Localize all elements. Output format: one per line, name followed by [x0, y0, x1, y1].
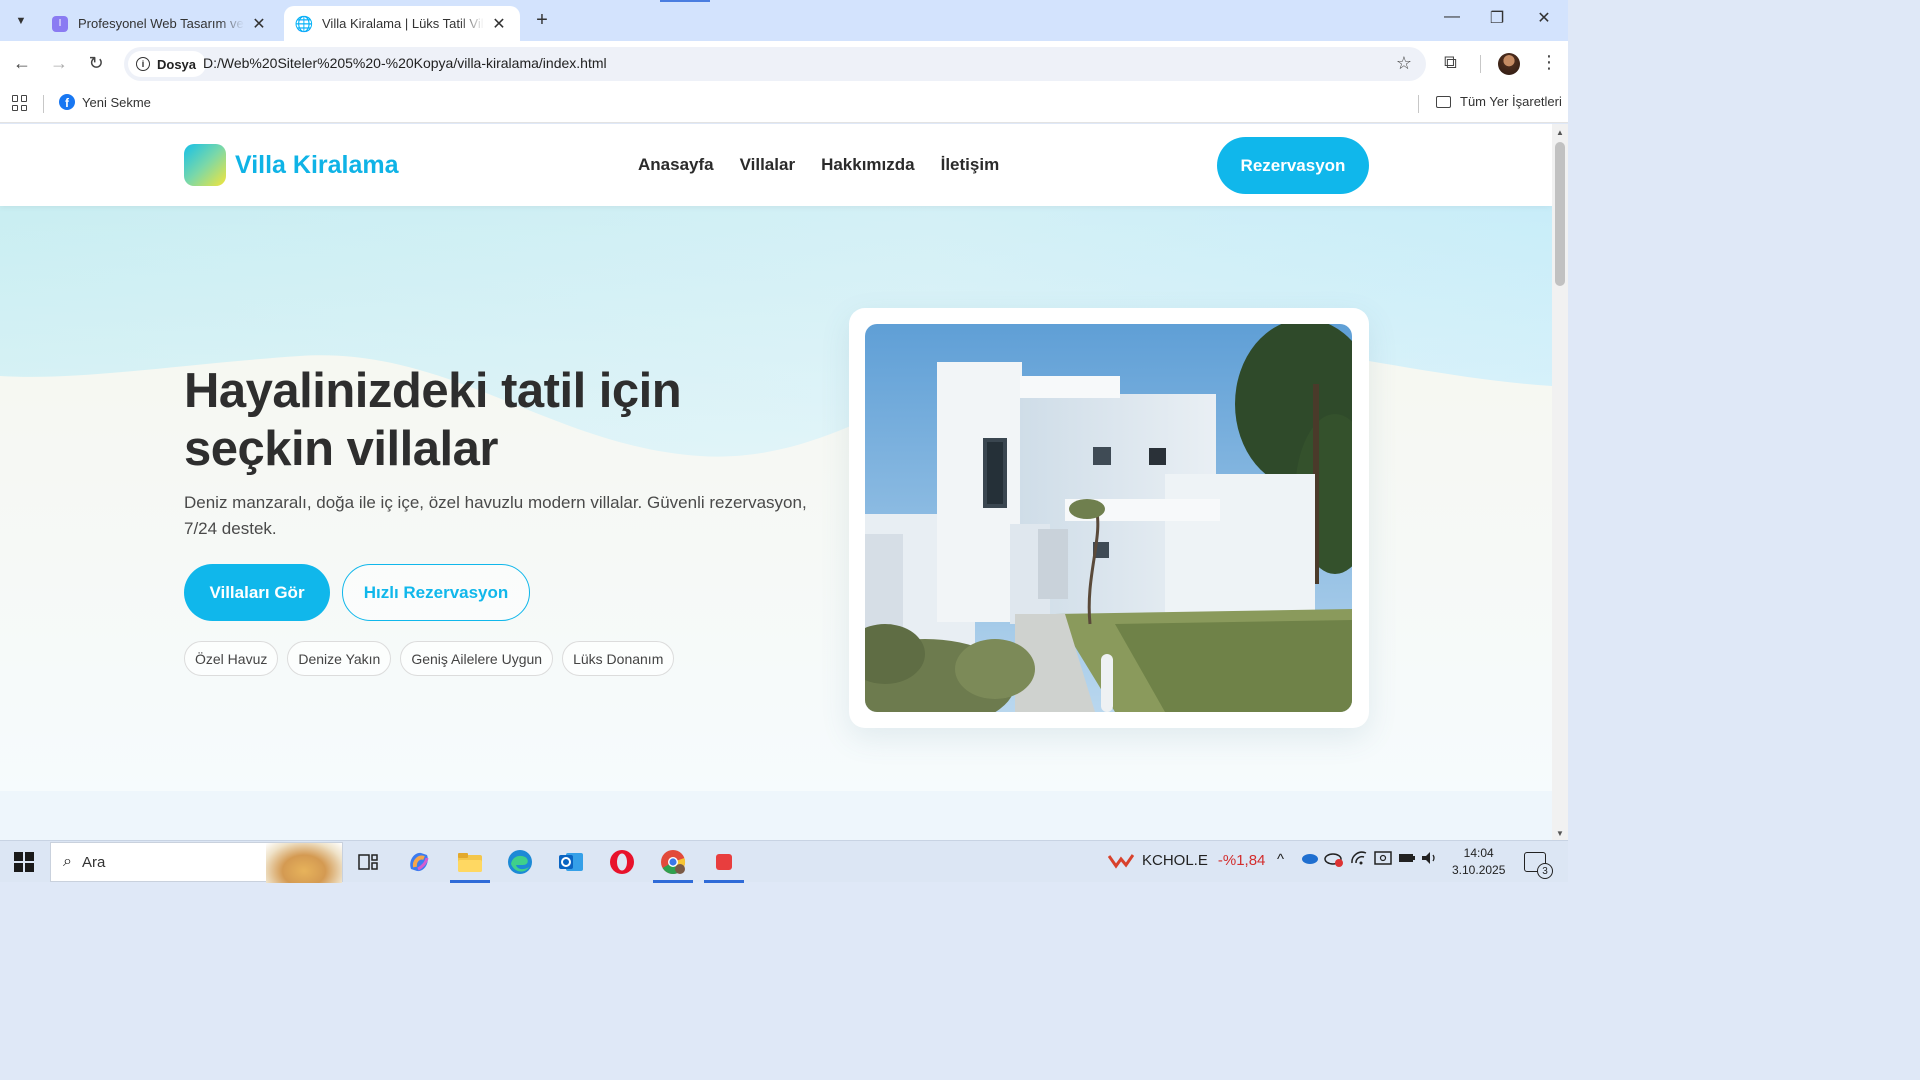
next-section	[0, 791, 1552, 840]
bookmark-label: Yeni Sekme	[82, 94, 151, 110]
feature-tags: Özel Havuz Denize Yakın Geniş Ailelere U…	[184, 641, 675, 676]
onedrive-icon[interactable]	[1300, 851, 1318, 868]
windows-taskbar: ⌕ Ara KCHOL.E -%1,84 ^ 14:04 3.10.2025 3	[0, 840, 1568, 883]
bookmark-yeni-sekme[interactable]: f Yeni Sekme	[59, 94, 151, 110]
quick-reservation-button[interactable]: Hızlı Rezervasyon	[342, 564, 530, 621]
scroll-down-icon[interactable]: ▼	[1556, 829, 1564, 838]
view-villas-button[interactable]: Villaları Gör	[184, 564, 330, 621]
scroll-up-icon[interactable]: ▲	[1556, 128, 1564, 137]
nav-link-anasayfa[interactable]: Anasayfa	[638, 155, 714, 175]
feature-tag: Özel Havuz	[184, 641, 279, 676]
hero-section: Hayalinizdeki tatil için seçkin villalar…	[0, 206, 1552, 791]
notification-icon[interactable]: 3	[1524, 852, 1553, 879]
clock-time: 14:04	[1463, 846, 1494, 860]
apps-grid-icon[interactable]	[12, 95, 28, 111]
all-bookmarks-label: Tüm Yer İşaretleri	[1460, 94, 1562, 109]
tab-active[interactable]: 🌐 Villa Kiralama | Lüks Tatil Villaları …	[284, 6, 520, 41]
opera-icon[interactable]	[607, 847, 637, 877]
nav-link-villalar[interactable]: Villalar	[740, 155, 795, 175]
taskbar-search[interactable]: ⌕ Ara	[50, 842, 343, 883]
page-scrollbar[interactable]: ▲ ▼	[1552, 124, 1568, 840]
wifi-icon[interactable]	[1350, 851, 1368, 869]
notification-badge: 3	[1537, 863, 1553, 879]
bookmarks-divider	[1418, 95, 1419, 113]
feature-tag: Denize Yakın	[287, 641, 392, 676]
facebook-icon: f	[59, 94, 75, 110]
new-tab-icon[interactable]: +	[530, 9, 554, 32]
chip-label: Dosya	[157, 56, 197, 72]
stock-symbol: KCHOL.E	[1142, 852, 1208, 869]
back-icon[interactable]: ←	[10, 53, 34, 74]
menu-kebab-icon[interactable]: ⋮	[1540, 52, 1558, 73]
hero-title: Hayalinizdeki tatil için seçkin villalar	[184, 364, 682, 476]
feature-tag: Lüks Donanım	[562, 641, 675, 676]
hero-subtitle: Deniz manzaralı, doğa ile iç içe, özel h…	[184, 493, 807, 538]
bookmarks-divider	[43, 95, 44, 113]
folder-icon	[1436, 95, 1451, 108]
battery-icon[interactable]	[1398, 851, 1416, 868]
feature-tag: Geniş Ailelere Uygun	[400, 641, 554, 676]
search-placeholder: Ara	[81, 853, 106, 871]
site-header: Villa Kiralama Anasayfa Villalar Hakkımı…	[0, 124, 1552, 206]
scroll-thumb[interactable]	[1555, 142, 1565, 286]
tab-title: Villa Kiralama | Lüks Tatil Villaları	[322, 16, 484, 31]
windows-start-icon[interactable]	[14, 852, 34, 872]
copilot-icon[interactable]	[404, 847, 434, 877]
task-view-icon[interactable]	[353, 847, 383, 877]
tab-title: Profesyonel Web Tasarım ve Dijital	[78, 16, 244, 31]
globe-icon: 🌐	[294, 15, 314, 33]
edge-icon[interactable]	[505, 847, 535, 877]
all-bookmarks-button[interactable]: Tüm Yer İşaretleri	[1436, 94, 1562, 109]
stock-trend-icon	[1108, 853, 1134, 869]
red-app-icon[interactable]	[704, 847, 744, 883]
stock-change: -%1,84	[1217, 852, 1266, 869]
volume-icon[interactable]	[1421, 851, 1439, 869]
logo-text: Villa Kiralama	[235, 150, 399, 179]
logo-mark-icon	[184, 144, 226, 186]
close-tab-icon[interactable]: ✕	[490, 14, 508, 34]
tab-search-chevron-icon[interactable]: ▼	[8, 8, 34, 34]
hero-image-card	[849, 308, 1369, 728]
reload-icon[interactable]: ↻	[84, 53, 108, 74]
close-tab-icon[interactable]: ✕	[250, 14, 268, 34]
chrome-icon[interactable]	[653, 847, 693, 883]
restore-icon[interactable]: ❐	[1482, 8, 1512, 28]
nav-link-iletisim[interactable]: İletişim	[941, 155, 1000, 175]
forward-icon[interactable]: →	[47, 53, 71, 74]
display-icon[interactable]	[1374, 851, 1392, 871]
browser-toolbar: ← → ↻ i Dosya D:/Web%20Siteler%205%20-%2…	[0, 41, 1568, 87]
stock-widget[interactable]: KCHOL.E -%1,84	[1108, 852, 1265, 869]
file-explorer-icon[interactable]	[450, 847, 490, 883]
info-icon: i	[136, 57, 150, 71]
close-window-icon[interactable]: ✕	[1529, 8, 1559, 28]
nav-link-hakkimizda[interactable]: Hakkımızda	[821, 155, 915, 175]
tab-favicon: I	[52, 15, 68, 32]
main-nav: Anasayfa Villalar Hakkımızda İletişim	[638, 155, 999, 175]
villa-photo	[865, 324, 1352, 712]
search-highlight-image	[266, 843, 342, 883]
tab-inactive[interactable]: I Profesyonel Web Tasarım ve Dijital ✕	[40, 6, 280, 41]
reservation-button[interactable]: Rezervasyon	[1217, 137, 1369, 194]
outlook-icon[interactable]	[556, 847, 586, 877]
tab-strip: ▼ I Profesyonel Web Tasarım ve Dijital ✕…	[0, 0, 1568, 41]
search-icon: ⌕	[63, 853, 72, 870]
bookmarks-bar: f Yeni Sekme Tüm Yer İşaretleri	[0, 87, 1568, 123]
url-text[interactable]: D:/Web%20Siteler%205%20-%20Kopya/villa-k…	[203, 55, 607, 71]
chevron-up-icon[interactable]: ^	[1277, 851, 1284, 868]
profile-avatar[interactable]	[1498, 53, 1520, 75]
site-info-chip[interactable]: i Dosya	[128, 51, 207, 77]
extensions-icon[interactable]: ⧉	[1444, 52, 1457, 73]
site-logo[interactable]: Villa Kiralama	[184, 144, 399, 186]
clock-date: 3.10.2025	[1452, 863, 1506, 877]
cloud-error-icon[interactable]	[1324, 851, 1344, 871]
minimize-icon[interactable]: —	[1437, 8, 1467, 26]
page-viewport: Villa Kiralama Anasayfa Villalar Hakkımı…	[0, 124, 1552, 840]
system-clock[interactable]: 14:04 3.10.2025	[1452, 845, 1505, 879]
bookmark-star-icon[interactable]: ☆	[1396, 53, 1412, 74]
tab-drag-indicator	[660, 0, 710, 2]
toolbar-divider	[1480, 55, 1481, 73]
address-bar[interactable]: i Dosya D:/Web%20Siteler%205%20-%20Kopya…	[124, 47, 1426, 81]
